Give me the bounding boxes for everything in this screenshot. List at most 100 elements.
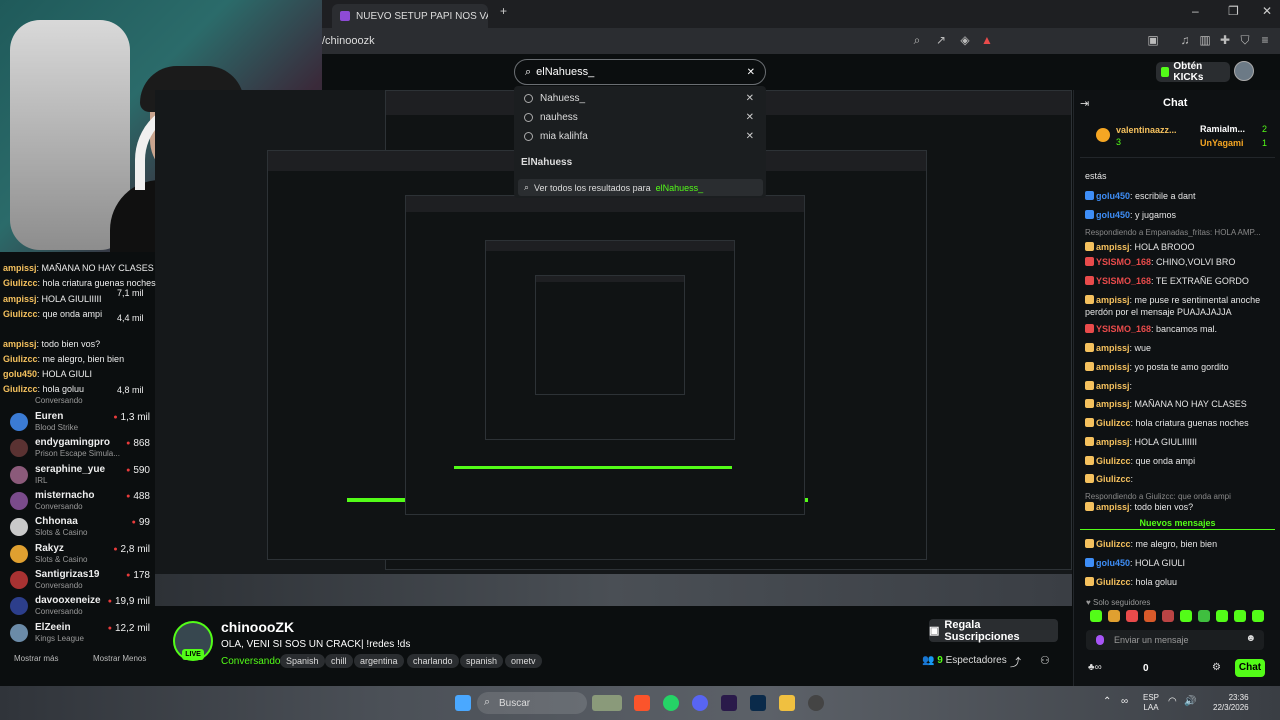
follow-user-icon[interactable]: ⚇: [1040, 654, 1050, 667]
chat-username[interactable]: ampissj: [1096, 399, 1130, 409]
chat-username[interactable]: golu450: [1096, 191, 1130, 201]
search-value[interactable]: elNahuess_: [536, 66, 594, 78]
share-icon[interactable]: ⤴: [1010, 654, 1021, 670]
search-input[interactable]: ⌕ elNahuess_ ✕: [514, 59, 766, 85]
get-kicks-button[interactable]: Obtén KICKs: [1156, 61, 1230, 83]
chat-username[interactable]: ampissj: [1096, 242, 1130, 252]
chat-username[interactable]: ampissj: [1096, 381, 1130, 391]
discord-icon[interactable]: [692, 695, 708, 711]
recent-search-item[interactable]: mia kalihfa ✕: [524, 127, 760, 145]
windows-start-icon[interactable]: [455, 695, 471, 711]
brave-icon[interactable]: [634, 695, 650, 711]
channel-item[interactable]: davooxeneizeConversando19,9 mil: [10, 593, 150, 617]
sidebar-panel-icon[interactable]: ▣: [1146, 33, 1160, 47]
brave-shield-icon[interactable]: ◈: [958, 33, 972, 47]
emote-icon[interactable]: [1162, 610, 1174, 622]
share-icon[interactable]: ↗: [934, 33, 948, 47]
reply-context[interactable]: Respondiendo a Giulizcc: que onda ampi: [1085, 492, 1231, 501]
stream-tag[interactable]: spanish: [460, 654, 504, 668]
emote-icon[interactable]: [1126, 610, 1138, 622]
brave-rewards-icon[interactable]: ▲: [980, 33, 994, 47]
emote-icon[interactable]: [1216, 610, 1228, 622]
chat-username[interactable]: Giulizcc: [1096, 456, 1131, 466]
show-less-button[interactable]: Mostrar Menos: [93, 654, 146, 663]
address-bar[interactable]: /chinooozk: [322, 28, 1280, 54]
premiere-icon[interactable]: [721, 695, 737, 711]
vpn-icon[interactable]: ⛉: [1238, 33, 1252, 47]
see-all-results-button[interactable]: ⌕ Ver todos los resultados para elNahues…: [518, 179, 763, 196]
emote-icon[interactable]: [1198, 610, 1210, 622]
emote-icon[interactable]: [1252, 610, 1264, 622]
emoji-picker-icon[interactable]: ☻: [1245, 633, 1256, 644]
remove-recent-icon[interactable]: ✕: [746, 93, 754, 104]
widget-icon[interactable]: [592, 695, 622, 711]
chat-username[interactable]: golu450: [1096, 558, 1130, 568]
chat-username[interactable]: ampissj: [1096, 295, 1130, 305]
gift-subs-button[interactable]: ▣ Regala Suscripciones: [929, 619, 1058, 643]
volume-icon[interactable]: 🔊: [1184, 696, 1196, 707]
emote-icon[interactable]: [1108, 610, 1120, 622]
emote-icon[interactable]: [1144, 610, 1156, 622]
close-window-button[interactable]: ✕: [1262, 4, 1272, 18]
chat-username[interactable]: ampissj: [1096, 502, 1130, 512]
emote-icon[interactable]: [1180, 610, 1192, 622]
stream-tag[interactable]: argentina: [354, 654, 404, 668]
chat-username[interactable]: YSISMO_168: [1096, 257, 1151, 267]
chat-username[interactable]: Giulizcc: [1096, 577, 1131, 587]
channel-item[interactable]: ElZeeinKings League12,2 mil: [10, 620, 150, 644]
url-text[interactable]: /chinooozk: [322, 35, 375, 47]
chat-username[interactable]: Giulizcc: [1096, 474, 1131, 484]
tray-app-icon[interactable]: ∞: [1121, 696, 1128, 707]
chat-username[interactable]: ampissj: [1096, 437, 1130, 447]
chat-username[interactable]: golu450: [1096, 210, 1130, 220]
stream-tag[interactable]: charlando: [407, 654, 459, 668]
send-chat-button[interactable]: Chat: [1235, 659, 1265, 677]
channel-item[interactable]: endygamingproPrison Escape Simula...868: [10, 435, 150, 459]
remove-recent-icon[interactable]: ✕: [746, 131, 754, 142]
tray-arrow-icon[interactable]: ⌃: [1103, 696, 1111, 707]
whatsapp-icon[interactable]: [663, 695, 679, 711]
stream-tag[interactable]: chill: [325, 654, 353, 668]
file-explorer-icon[interactable]: [779, 695, 795, 711]
music-icon[interactable]: ♫: [1178, 33, 1192, 47]
chat-username[interactable]: YSISMO_168: [1096, 324, 1151, 334]
new-tab-button[interactable]: +: [500, 4, 507, 18]
recent-search-item[interactable]: Nahuess_ ✕: [524, 89, 760, 107]
user-avatar[interactable]: [1234, 61, 1254, 81]
channel-item[interactable]: Santigrizas19Conversando178: [10, 567, 150, 591]
chat-settings-icon[interactable]: ⚙: [1212, 662, 1221, 673]
menu-icon[interactable]: ≡: [1258, 33, 1272, 47]
channel-item[interactable]: seraphine_yueIRL590: [10, 462, 150, 486]
channel-item[interactable]: misternachoConversando488: [10, 488, 150, 512]
channel-item[interactable]: ChhonaaSlots & Casino99: [10, 514, 150, 538]
chat-username[interactable]: ampissj: [1096, 343, 1130, 353]
stream-tag[interactable]: Spanish: [280, 654, 325, 668]
clear-search-icon[interactable]: ✕: [747, 67, 755, 78]
maximize-button[interactable]: ❐: [1228, 4, 1239, 18]
chat-username[interactable]: Giulizcc: [1096, 418, 1131, 428]
reading-list-icon[interactable]: ▥: [1198, 33, 1212, 47]
new-messages-divider[interactable]: Nuevos mensajes: [1080, 518, 1275, 530]
wifi-icon[interactable]: ◠: [1168, 696, 1177, 707]
minimize-button[interactable]: –: [1192, 4, 1199, 18]
photoshop-icon[interactable]: [750, 695, 766, 711]
language-indicator[interactable]: ESP LAA: [1143, 693, 1159, 713]
emote-icon[interactable]: [1234, 610, 1246, 622]
stream-category[interactable]: Conversando: [221, 656, 280, 667]
chat-username[interactable]: YSISMO_168: [1096, 276, 1151, 286]
channel-item[interactable]: RakyzSlots & Casino2,8 mil: [10, 541, 150, 565]
taskbar-search[interactable]: ⌕ Buscar: [477, 692, 587, 714]
chat-username[interactable]: Giulizcc: [1096, 539, 1131, 549]
mic-icon[interactable]: [1096, 635, 1104, 645]
taskbar-clock[interactable]: 23:36 22/3/2026: [1213, 693, 1249, 713]
recent-search-item[interactable]: nauhess ✕: [524, 108, 760, 126]
emote-icon[interactable]: [1090, 610, 1102, 622]
collapse-chat-icon[interactable]: ⇥: [1080, 97, 1089, 110]
stream-tag[interactable]: ometv: [505, 654, 542, 668]
obs-icon[interactable]: [808, 695, 824, 711]
browser-tab[interactable]: NUEVO SETUP PAPI NOS VAMOS A C: [332, 4, 488, 28]
kicks-gift-icon[interactable]: ♣∞: [1088, 662, 1102, 673]
zoom-icon[interactable]: ⌕: [910, 33, 924, 47]
channel-item[interactable]: EurenBlood Strike1,3 mil: [10, 409, 150, 433]
chat-username[interactable]: ampissj: [1096, 362, 1130, 372]
